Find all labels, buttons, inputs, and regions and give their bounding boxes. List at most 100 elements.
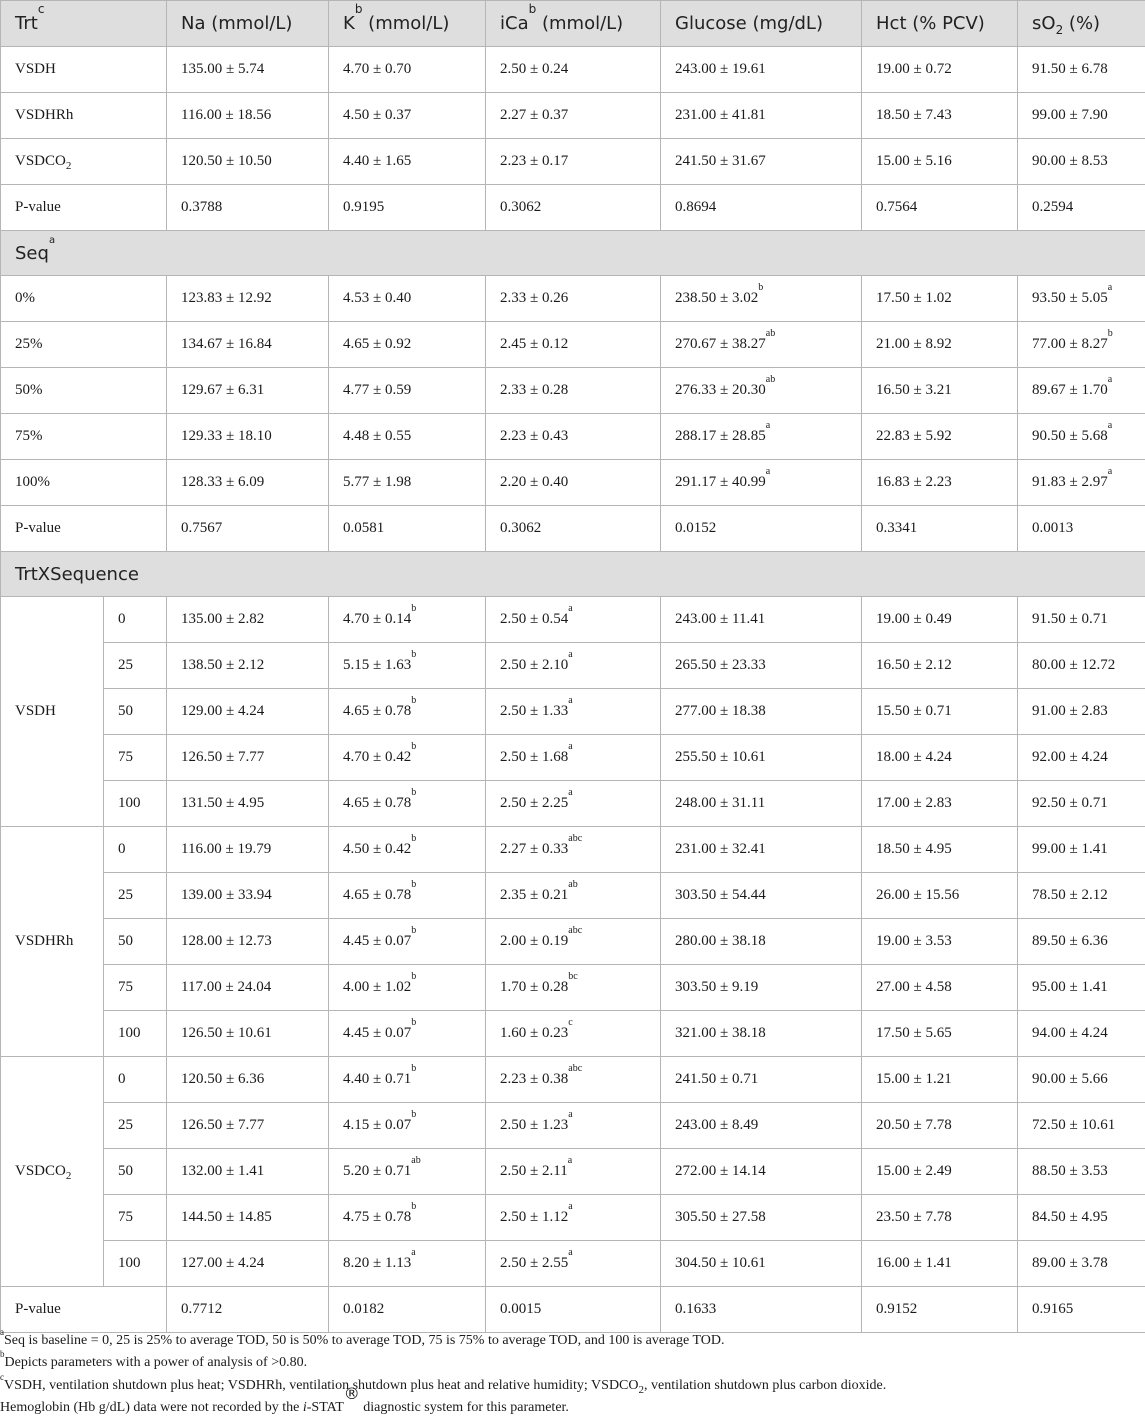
cell-glucose: 303.50 ± 9.19: [661, 965, 862, 1011]
sequence-cell: 25: [104, 873, 167, 919]
cell-glucose: 238.50 ± 3.02b: [661, 276, 862, 322]
cell-glucose: 255.50 ± 10.61: [661, 735, 862, 781]
sequence-cell: 75: [104, 1195, 167, 1241]
interaction-row: 25139.00 ± 33.944.65 ± 0.78b2.35 ± 0.21a…: [1, 873, 1145, 919]
section-seq: Seqa: [1, 231, 1145, 276]
sequence-cell: 25: [104, 1103, 167, 1149]
cell-glucose: 304.50 ± 10.61: [661, 1241, 862, 1287]
cell-so2: 0.0013: [1018, 506, 1145, 552]
cell-hct: 0.3341: [862, 506, 1018, 552]
cell-k: 4.65 ± 0.92: [329, 322, 486, 368]
cell-hct: 15.00 ± 2.49: [862, 1149, 1018, 1195]
cell-ica: 2.33 ± 0.28: [486, 368, 661, 414]
cell-k: 0.0581: [329, 506, 486, 552]
cell-glucose: 241.50 ± 31.67: [661, 139, 862, 185]
cell-glucose: 243.00 ± 8.49: [661, 1103, 862, 1149]
cell-so2: 91.83 ± 2.97a: [1018, 460, 1145, 506]
row-label: VSDH: [1, 47, 167, 93]
cell-na: 0.3788: [167, 185, 329, 231]
cell-k: 4.45 ± 0.07b: [329, 1011, 486, 1057]
group-label: VSDCO2: [1, 1057, 104, 1287]
cell-glucose: 276.33 ± 20.30ab: [661, 368, 862, 414]
header-glucose: Glucose (mg/dL): [661, 1, 862, 47]
trt-row: VSDH135.00 ± 5.744.70 ± 0.702.50 ± 0.242…: [1, 47, 1145, 93]
interaction-row: 25138.50 ± 2.125.15 ± 1.63b2.50 ± 2.10a2…: [1, 643, 1145, 689]
cell-na: 129.00 ± 4.24: [167, 689, 329, 735]
cell-ica: 1.60 ± 0.23c: [486, 1011, 661, 1057]
header-na: Na (mmol/L): [167, 1, 329, 47]
cell-so2: 94.00 ± 4.24: [1018, 1011, 1145, 1057]
cell-k: 4.53 ± 0.40: [329, 276, 486, 322]
cell-ica: 1.70 ± 0.28bc: [486, 965, 661, 1011]
cell-na: 139.00 ± 33.94: [167, 873, 329, 919]
cell-k: 4.75 ± 0.78b: [329, 1195, 486, 1241]
pvalue-row: P-value0.77120.01820.00150.16330.91520.9…: [1, 1287, 1145, 1333]
cell-so2: 0.2594: [1018, 185, 1145, 231]
seq-row: 0%123.83 ± 12.924.53 ± 0.402.33 ± 0.2623…: [1, 276, 1145, 322]
cell-hct: 15.00 ± 5.16: [862, 139, 1018, 185]
cell-na: 0.7567: [167, 506, 329, 552]
cell-ica: 2.50 ± 1.23a: [486, 1103, 661, 1149]
cell-k: 4.70 ± 0.42b: [329, 735, 486, 781]
cell-na: 144.50 ± 14.85: [167, 1195, 329, 1241]
sequence-cell: 100: [104, 781, 167, 827]
cell-k: 4.65 ± 0.78b: [329, 781, 486, 827]
cell-so2: 89.00 ± 3.78: [1018, 1241, 1145, 1287]
cell-k: 4.00 ± 1.02b: [329, 965, 486, 1011]
cell-na: 0.7712: [167, 1287, 329, 1333]
seq-row: 25%134.67 ± 16.844.65 ± 0.922.45 ± 0.122…: [1, 322, 1145, 368]
cell-ica: 2.45 ± 0.12: [486, 322, 661, 368]
cell-hct: 16.00 ± 1.41: [862, 1241, 1018, 1287]
row-label: VSDCO2: [1, 139, 167, 185]
cell-k: 0.0182: [329, 1287, 486, 1333]
interaction-row: 50132.00 ± 1.415.20 ± 0.71ab2.50 ± 2.11a…: [1, 1149, 1145, 1195]
cell-hct: 19.00 ± 0.49: [862, 597, 1018, 643]
interaction-row: VSDCO20120.50 ± 6.364.40 ± 0.71b2.23 ± 0…: [1, 1057, 1145, 1103]
cell-glucose: 270.67 ± 38.27ab: [661, 322, 862, 368]
header-ica: iCab (mmol/L): [486, 1, 661, 47]
cell-hct: 26.00 ± 15.56: [862, 873, 1018, 919]
cell-ica: 2.50 ± 0.54a: [486, 597, 661, 643]
cell-k: 4.50 ± 0.37: [329, 93, 486, 139]
group-label: VSDHRh: [1, 827, 104, 1057]
cell-glucose: 321.00 ± 38.18: [661, 1011, 862, 1057]
cell-na: 126.50 ± 7.77: [167, 1103, 329, 1149]
cell-hct: 17.50 ± 1.02: [862, 276, 1018, 322]
cell-so2: 84.50 ± 4.95: [1018, 1195, 1145, 1241]
sequence-cell: 50: [104, 919, 167, 965]
cell-na: 116.00 ± 19.79: [167, 827, 329, 873]
cell-hct: 23.50 ± 7.78: [862, 1195, 1018, 1241]
cell-so2: 92.50 ± 0.71: [1018, 781, 1145, 827]
cell-na: 132.00 ± 1.41: [167, 1149, 329, 1195]
cell-na: 135.00 ± 5.74: [167, 47, 329, 93]
interaction-row: 75126.50 ± 7.774.70 ± 0.42b2.50 ± 1.68a2…: [1, 735, 1145, 781]
cell-na: 123.83 ± 12.92: [167, 276, 329, 322]
section-trtxsequence: TrtXSequence: [1, 552, 1145, 597]
row-label: P-value: [1, 506, 167, 552]
cell-hct: 18.00 ± 4.24: [862, 735, 1018, 781]
cell-k: 8.20 ± 1.13a: [329, 1241, 486, 1287]
cell-hct: 20.50 ± 7.78: [862, 1103, 1018, 1149]
cell-hct: 21.00 ± 8.92: [862, 322, 1018, 368]
footnote-hemoglobin: Hemoglobin (Hb g/dL) data were not recor…: [0, 1400, 569, 1416]
row-label: 75%: [1, 414, 167, 460]
cell-k: 5.77 ± 1.98: [329, 460, 486, 506]
cell-na: 116.00 ± 18.56: [167, 93, 329, 139]
cell-so2: 92.00 ± 4.24: [1018, 735, 1145, 781]
cell-hct: 18.50 ± 4.95: [862, 827, 1018, 873]
cell-glucose: 231.00 ± 32.41: [661, 827, 862, 873]
sequence-cell: 75: [104, 735, 167, 781]
sequence-cell: 100: [104, 1241, 167, 1287]
cell-glucose: 231.00 ± 41.81: [661, 93, 862, 139]
cell-so2: 78.50 ± 2.12: [1018, 873, 1145, 919]
header-so2: sO2 (%): [1018, 1, 1145, 47]
cell-hct: 0.7564: [862, 185, 1018, 231]
cell-na: 138.50 ± 2.12: [167, 643, 329, 689]
cell-na: 126.50 ± 7.77: [167, 735, 329, 781]
seq-row: 50%129.67 ± 6.314.77 ± 0.592.33 ± 0.2827…: [1, 368, 1145, 414]
cell-hct: 17.50 ± 5.65: [862, 1011, 1018, 1057]
cell-so2: 93.50 ± 5.05a: [1018, 276, 1145, 322]
cell-glucose: 241.50 ± 0.71: [661, 1057, 862, 1103]
cell-ica: 2.50 ± 0.24: [486, 47, 661, 93]
interaction-row: 100127.00 ± 4.248.20 ± 1.13a2.50 ± 2.55a…: [1, 1241, 1145, 1287]
